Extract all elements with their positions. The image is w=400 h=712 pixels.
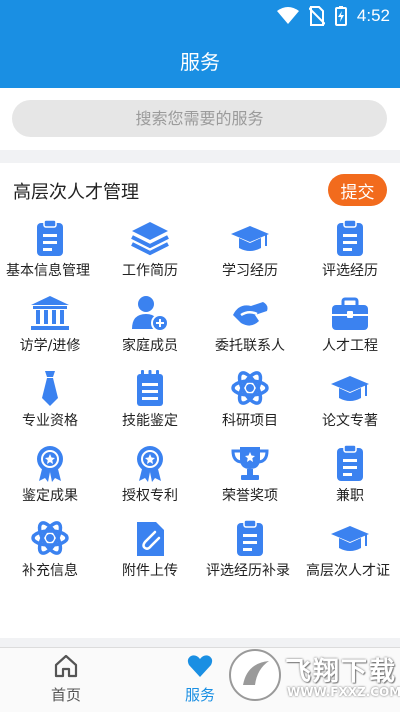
attachment-icon <box>137 522 164 556</box>
service-item-label: 评选经历 <box>322 263 378 279</box>
service-item-label: 工作简历 <box>122 263 178 279</box>
atom-icon <box>31 521 69 555</box>
section-title: 高层次人才管理 <box>13 182 139 203</box>
notepad-icon <box>137 370 163 406</box>
service-item[interactable]: 鉴定成果 <box>0 443 100 518</box>
service-item-label: 兼职 <box>336 488 364 504</box>
service-item-label: 基本信息管理 <box>6 263 90 279</box>
nav-home-label: 首页 <box>50 686 81 704</box>
watermark-text: 飞翔下载 <box>285 657 398 687</box>
clipboard-icon <box>37 219 63 256</box>
service-item-label: 评选经历补录 <box>206 563 290 579</box>
briefcase-icon <box>332 297 368 330</box>
service-item[interactable]: 委托联系人 <box>200 293 300 368</box>
clipboard-icon <box>237 519 263 556</box>
page-title: 服务 <box>0 32 400 88</box>
service-item[interactable]: 荣誉奖项 <box>200 443 300 518</box>
service-item-label: 补充信息 <box>22 563 78 579</box>
watermark-emblem-icon <box>229 649 281 701</box>
service-item[interactable]: 科研项目 <box>200 368 300 443</box>
service-item[interactable]: 论文专著 <box>300 368 400 443</box>
service-item[interactable]: 评选经历 <box>300 218 400 293</box>
handshake-icon <box>233 302 268 326</box>
service-item[interactable]: 高层次人才证 <box>300 518 400 593</box>
layers-icon <box>131 222 169 256</box>
status-bar: 4:52 <box>0 0 400 32</box>
service-item[interactable]: 基本信息管理 <box>0 218 100 293</box>
talent-management-section: 高层次人才管理 提交 基本信息管理 工作简历 学习经历 评选经历访学/进修 家庭成员 委托… <box>0 163 400 638</box>
graduation-cap-icon <box>331 526 369 551</box>
service-item-label: 访学/进修 <box>19 338 81 354</box>
status-icons: 4:52 <box>276 4 390 28</box>
service-item[interactable]: 专业资格 <box>0 368 100 443</box>
graduation-cap-icon <box>231 226 269 251</box>
search-area <box>0 88 400 150</box>
medal-icon <box>137 446 163 482</box>
service-item[interactable]: 学习经历 <box>200 218 300 293</box>
service-item-label: 家庭成员 <box>122 338 178 354</box>
service-item-label: 授权专利 <box>122 488 178 504</box>
graduation-cap-icon <box>331 376 369 401</box>
battery-charging-icon <box>334 6 347 26</box>
user-add-icon <box>132 296 169 332</box>
service-item-label: 专业资格 <box>22 413 78 429</box>
watermark-url: WWW.FXXZ.COM <box>287 685 400 699</box>
service-item-label: 学习经历 <box>222 263 278 279</box>
heart-icon <box>187 655 213 677</box>
clipboard-icon <box>337 219 363 256</box>
service-item[interactable]: 补充信息 <box>0 518 100 593</box>
search-input[interactable] <box>12 100 387 137</box>
service-item-label: 高层次人才证 <box>306 563 390 579</box>
no-sim-icon <box>308 6 325 26</box>
nav-home[interactable]: 首页 <box>16 648 116 712</box>
service-item[interactable]: 访学/进修 <box>0 293 100 368</box>
service-item[interactable]: 家庭成员 <box>100 293 200 368</box>
service-item-label: 荣誉奖项 <box>222 488 278 504</box>
status-time: 4:52 <box>356 6 390 25</box>
clipboard-icon <box>337 444 363 481</box>
service-item-label: 鉴定成果 <box>22 488 78 504</box>
service-item[interactable]: 工作简历 <box>100 218 200 293</box>
institution-icon <box>31 296 69 330</box>
service-item-label: 附件上传 <box>122 563 178 579</box>
service-item-label: 人才工程 <box>322 338 378 354</box>
service-item-label: 科研项目 <box>222 413 278 429</box>
atom-icon <box>231 371 269 405</box>
service-item[interactable]: 技能鉴定 <box>100 368 200 443</box>
service-item[interactable]: 兼职 <box>300 443 400 518</box>
service-item[interactable]: 评选经历补录 <box>200 518 300 593</box>
home-icon <box>54 654 78 678</box>
service-item-label: 技能鉴定 <box>122 413 178 429</box>
watermark-logo: 飞翔下载 WWW.FXXZ.COM <box>227 645 400 705</box>
wifi-icon <box>276 7 299 24</box>
service-item[interactable]: 人才工程 <box>300 293 400 368</box>
tie-icon <box>42 371 58 406</box>
service-item-label: 委托联系人 <box>215 338 285 354</box>
service-item[interactable]: 授权专利 <box>100 443 200 518</box>
trophy-icon <box>231 447 269 480</box>
submit-button[interactable]: 提交 <box>328 174 387 206</box>
service-item-label: 论文专著 <box>322 413 378 429</box>
medal-icon <box>37 446 63 482</box>
service-item[interactable]: 附件上传 <box>100 518 200 593</box>
